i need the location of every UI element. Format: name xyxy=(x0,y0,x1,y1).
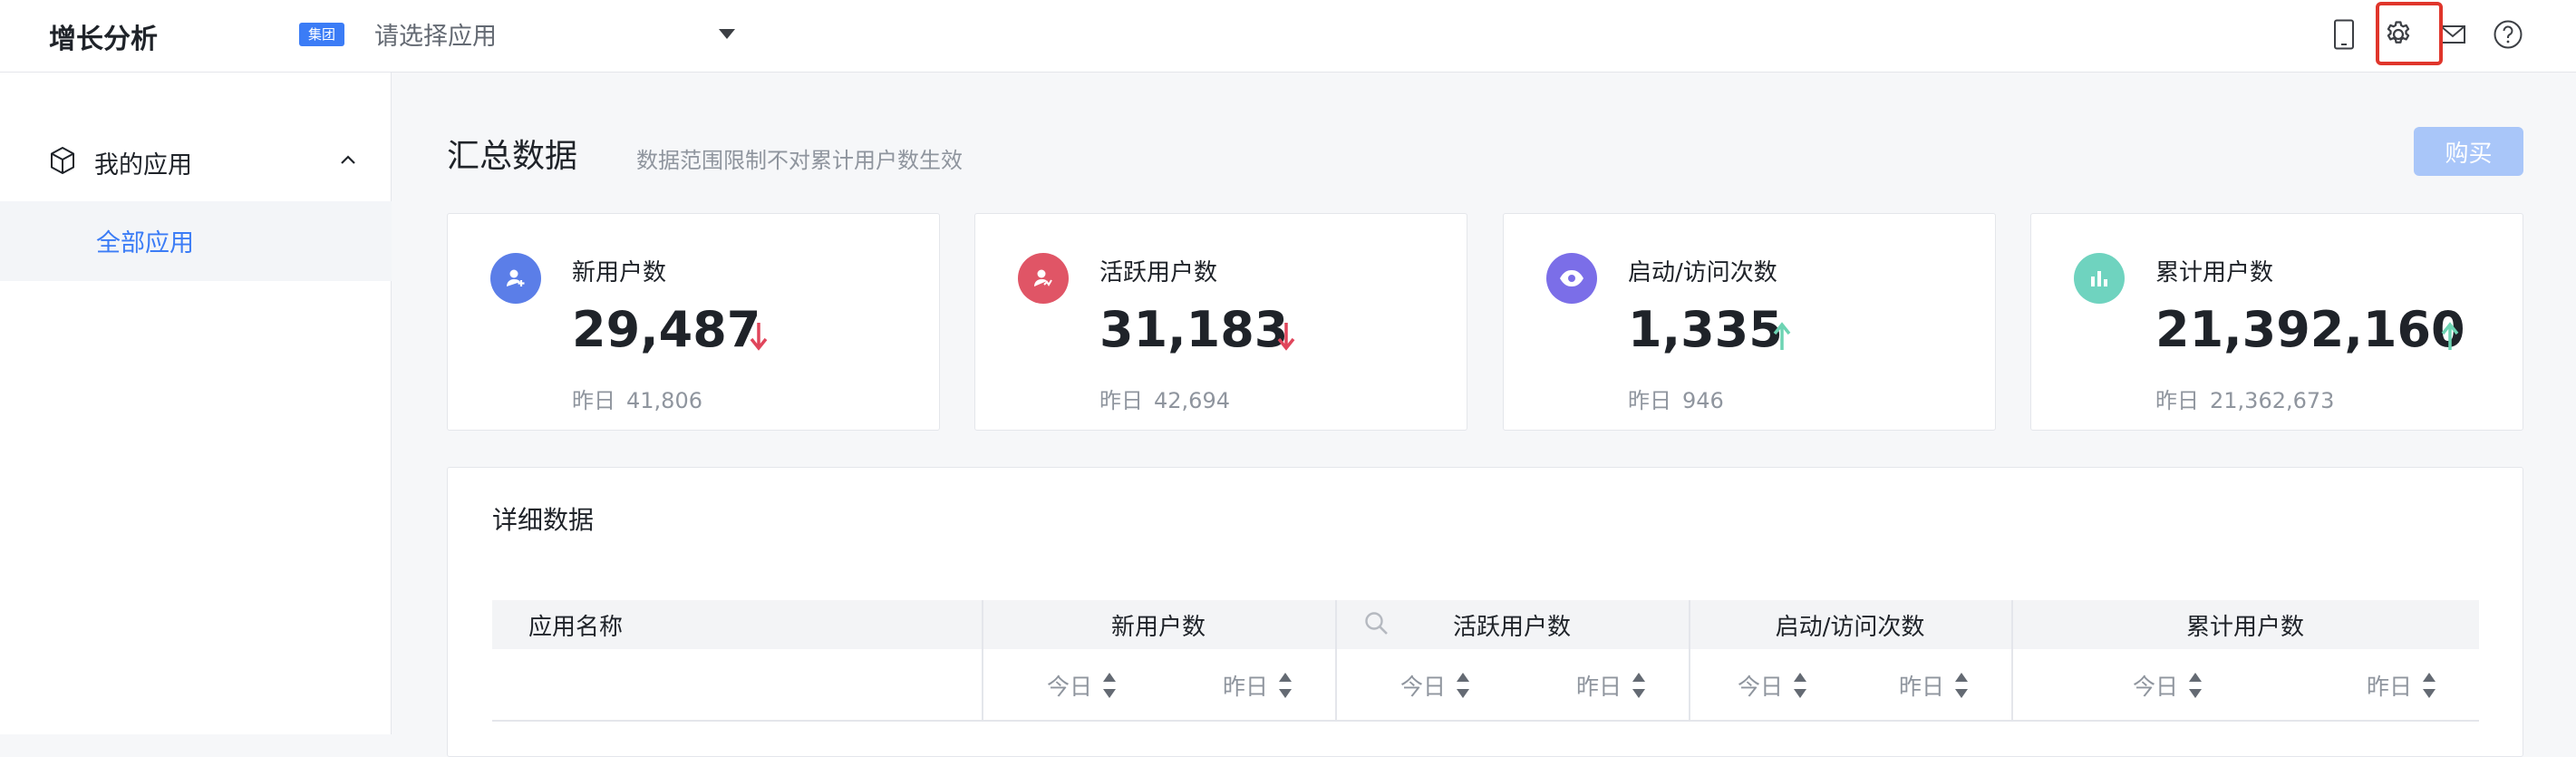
column-app-name: 应用名称 xyxy=(528,613,624,641)
sidebar-group-my-apps[interactable]: 我的应用 xyxy=(0,125,392,201)
group-badge: 集团 xyxy=(299,23,345,46)
column-new-users: 新用户数 xyxy=(1110,613,1206,641)
sort-yesterday-active-users[interactable]: 昨日 xyxy=(1576,649,1646,722)
sidebar-group-label: 我的应用 xyxy=(94,151,192,180)
table-header: 应用名称 新用户数 活跃用户数 启动/访问次数 累计用户数 今日 昨日 今日 昨… xyxy=(492,600,2479,736)
page-title: 汇总数据 xyxy=(447,138,578,175)
stat-card-launches: 启动/访问次数 1,335 昨日 946 xyxy=(1503,213,1996,431)
stat-prev: 昨日 41,806 xyxy=(572,388,702,413)
sort-today-launches[interactable]: 今日 xyxy=(1738,649,1807,722)
chevron-up-icon[interactable] xyxy=(339,152,357,170)
sidebar: 我的应用 全部应用 xyxy=(0,73,392,734)
top-bar: 增长分析 集团 请选择应用 xyxy=(0,0,2576,73)
stat-prev: 昨日 946 xyxy=(1628,388,1724,413)
sort-today-total-users[interactable]: 今日 xyxy=(2133,649,2203,722)
sort-icon xyxy=(1279,673,1293,698)
active-user-icon xyxy=(1018,253,1069,304)
arrow-up-icon xyxy=(2440,321,2460,355)
sort-yesterday-launches[interactable]: 昨日 xyxy=(1899,649,1969,722)
sort-today-active-users[interactable]: 今日 xyxy=(1400,649,1470,722)
add-user-icon xyxy=(490,253,541,304)
app-select-input[interactable]: 请选择应用 xyxy=(374,16,497,52)
stat-label: 活跃用户数 xyxy=(1099,259,1218,286)
sort-yesterday-total-users[interactable]: 昨日 xyxy=(2367,649,2436,722)
sidebar-item-all-apps[interactable]: 全部应用 xyxy=(0,201,392,281)
buy-button[interactable]: 购买 xyxy=(2414,127,2523,176)
page-subtitle: 数据范围限制不对累计用户数生效 xyxy=(636,148,963,173)
column-active-users: 活跃用户数 xyxy=(1452,613,1571,641)
arrow-down-icon xyxy=(749,321,769,355)
highlight-box xyxy=(2376,2,2443,65)
sort-yesterday-new-users[interactable]: 昨日 xyxy=(1223,649,1293,722)
cube-icon xyxy=(47,145,78,180)
stat-card-total-users: 累计用户数 21,392,160 昨日 21,362,673 xyxy=(2030,213,2523,431)
sort-icon xyxy=(1103,673,1117,698)
stat-value: 21,392,160 xyxy=(2155,301,2465,358)
sort-icon xyxy=(1457,673,1470,698)
stat-value: 31,183 xyxy=(1099,301,1289,358)
arrow-up-icon xyxy=(1772,321,1792,355)
eye-icon xyxy=(1546,253,1597,304)
column-launches: 启动/访问次数 xyxy=(1775,613,1925,641)
chevron-down-icon[interactable] xyxy=(719,29,735,39)
help-icon[interactable] xyxy=(2490,16,2526,53)
sort-icon xyxy=(1632,673,1646,698)
mobile-icon[interactable] xyxy=(2326,16,2362,53)
sort-icon xyxy=(1955,673,1969,698)
stat-card-new-users: 新用户数 29,487 昨日 41,806 xyxy=(447,213,940,431)
bar-chart-icon xyxy=(2074,253,2125,304)
sort-icon xyxy=(2423,673,2436,698)
arrow-down-icon xyxy=(1276,321,1296,355)
detail-title: 详细数据 xyxy=(492,505,595,535)
detail-panel: 详细数据 应用名称 新用户数 活跃用户数 启动/访问次数 累计用户数 今日 昨日… xyxy=(447,467,2523,757)
column-total-users: 累计用户数 xyxy=(2185,613,2304,641)
app-title: 增长分析 xyxy=(49,24,158,55)
sidebar-item-label: 全部应用 xyxy=(96,229,194,257)
stat-label: 启动/访问次数 xyxy=(1628,259,1777,286)
sort-icon xyxy=(2189,673,2203,698)
stat-prev: 昨日 42,694 xyxy=(1099,388,1230,413)
stat-card-active-users: 活跃用户数 31,183 昨日 42,694 xyxy=(974,213,1467,431)
stat-label: 累计用户数 xyxy=(2155,259,2274,286)
stat-value: 1,335 xyxy=(1628,301,1783,358)
sort-today-new-users[interactable]: 今日 xyxy=(1047,649,1117,722)
stat-prev: 昨日 21,362,673 xyxy=(2155,388,2335,413)
stat-label: 新用户数 xyxy=(572,259,667,286)
sort-icon xyxy=(1794,673,1807,698)
stat-value: 29,487 xyxy=(572,301,761,358)
